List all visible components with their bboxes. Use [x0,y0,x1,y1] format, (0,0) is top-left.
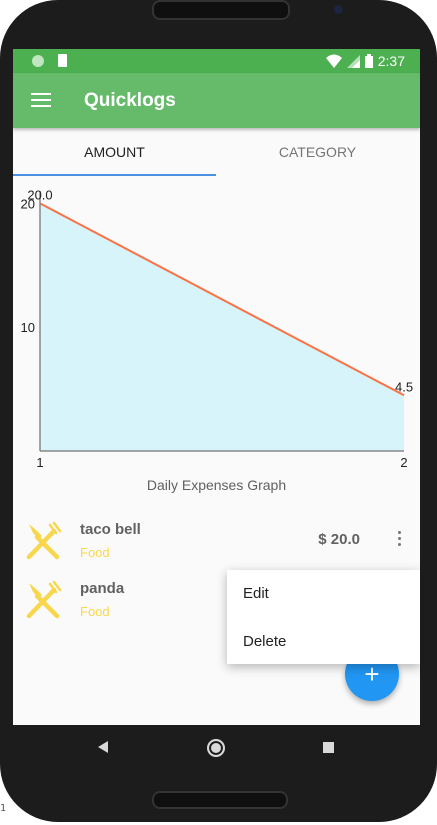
app-title: Quicklogs [84,90,176,111]
recents-icon[interactable] [323,742,334,753]
expense-row[interactable]: taco bell Food $ 20.0 [13,513,420,571]
data-label: 20.0 [27,189,52,202]
status-bar: 2:37 [13,49,420,73]
tab-indicator [13,174,216,176]
home-icon[interactable] [207,739,225,757]
tab-amount[interactable]: AMOUNT [13,128,216,176]
phone-frame: 2:37 Quicklogs AMOUNT CATEGORY 20 10 1 2 20.… [0,0,437,822]
more-vert-icon[interactable] [398,531,402,547]
battery-icon [364,54,373,68]
notification-circle-icon [32,55,44,67]
menu-item-delete[interactable]: Delete [243,633,286,650]
expense-amount: $ 20.0 [318,531,360,548]
chart-svg: 20101 220.04.5 [21,189,414,470]
screen: 2:37 Quicklogs AMOUNT CATEGORY 20 10 1 2 20.… [13,49,420,725]
chart-title: Daily Expenses Graph [146,477,287,493]
status-right: 2:37 [325,52,405,70]
data-label: 4.5 [395,379,413,394]
system-nav-bar [13,725,420,772]
expense-name: taco bell [80,521,141,538]
expense-name: panda [80,580,125,597]
tab-bar: AMOUNT CATEGORY [13,128,420,176]
x-tick-label: 2 [400,455,407,470]
signal-icon [346,54,360,68]
hamburger-menu-icon[interactable] [31,93,51,107]
expense-category: Food [80,545,110,560]
y-tick-label: 10 [21,320,35,335]
sd-card-icon [58,54,67,67]
bottom-speaker [152,791,288,809]
front-camera [334,5,343,14]
fork-knife-icon [26,580,62,619]
tab-category[interactable]: CATEGORY [216,128,419,176]
row-popup-menu: Edit Delete [227,570,420,664]
wifi-icon [325,54,342,68]
back-icon[interactable] [98,741,108,753]
status-time: 2:37 [377,53,405,69]
fork-knife-icon [26,521,62,560]
footer-text: 1 [0,803,7,814]
x-tick-label: 1 [36,455,43,470]
menu-item-edit[interactable]: Edit [243,585,269,602]
expense-category: Food [80,604,110,619]
top-speaker [152,0,290,20]
expenses-chart: 20 10 1 2 20.0 4.5 [13,189,420,499]
app-bar: Quicklogs [13,73,420,128]
chart-area-fill [40,203,404,451]
